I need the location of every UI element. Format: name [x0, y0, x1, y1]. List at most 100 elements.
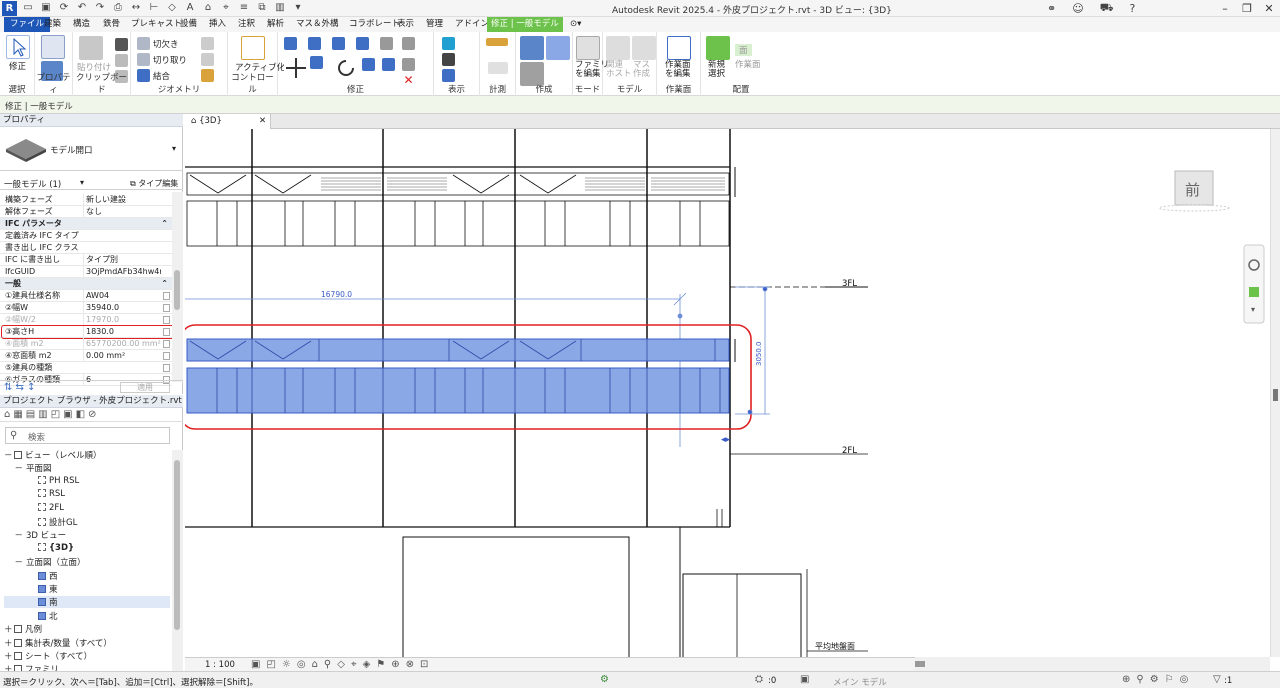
browser-search[interactable]: ⚲ 検索	[5, 427, 170, 444]
restore-icon[interactable]: ❐	[1236, 0, 1258, 17]
associate-param-button[interactable]	[163, 292, 170, 300]
print-icon[interactable]: ⎙	[112, 2, 124, 14]
property-row[interactable]: ③高さH 1830.0	[0, 325, 175, 339]
hide-icon[interactable]	[442, 69, 455, 82]
associate-param-button[interactable]	[163, 364, 170, 372]
create-group-icon[interactable]	[546, 36, 570, 60]
model-icon[interactable]: ▣	[800, 674, 809, 685]
tree-node[interactable]: 2FL	[4, 502, 64, 513]
related-host-label[interactable]: 関連 ホスト	[606, 61, 632, 79]
ribbon-tab[interactable]: マス＆外構	[292, 17, 343, 32]
selection-toggle-icons[interactable]: ⊕⚲⚙⚐◎	[1122, 674, 1194, 685]
place-on-workplane-button[interactable]: 作業面	[735, 58, 761, 70]
expand-toggle-icon[interactable]: －	[4, 462, 26, 474]
cart-icon[interactable]: ⛟	[1100, 1, 1114, 16]
instance-filter[interactable]: 一般モデル (1) ▾ ⧉ タイプ編集	[0, 176, 183, 190]
text-icon[interactable]: A	[184, 2, 196, 14]
selected-window-element[interactable]	[186, 338, 730, 414]
drawing-canvas[interactable]: 3FL 16790.0 3050.0 ◂▸ 2FL 平均地盤面 前 ▾	[185, 129, 1270, 657]
3d-view-icon[interactable]: ⌂	[202, 2, 214, 14]
collapse-icon[interactable]: ⌃	[161, 278, 168, 290]
activate-icon[interactable]	[241, 36, 265, 60]
view-scale[interactable]: 1 : 100	[205, 660, 235, 670]
qat-dropdown-icon[interactable]: ▾	[292, 2, 304, 14]
override-icon[interactable]	[442, 37, 455, 50]
home-icon[interactable]: ⌂	[191, 116, 199, 126]
expand-toggle-icon[interactable]: ＋	[4, 623, 14, 635]
tree-node[interactable]: ＋ シート（すべて）	[4, 650, 92, 662]
property-row[interactable]: 定義済み IFC タイプ	[0, 230, 172, 242]
property-row[interactable]: ②幅W 35940.0	[0, 302, 172, 314]
tree-node[interactable]: － ビュー（レベル順）	[4, 449, 102, 461]
ribbon-tab[interactable]: 構造	[69, 17, 94, 32]
edit-family-icon[interactable]	[576, 36, 600, 60]
align-icon[interactable]	[284, 37, 297, 50]
tree-node[interactable]: {3D}	[4, 542, 74, 553]
measure-tool-icon[interactable]	[486, 38, 508, 46]
close-icon[interactable]: ✕	[1258, 0, 1280, 17]
trim-icon[interactable]	[362, 58, 375, 71]
related-host-icon[interactable]	[606, 36, 630, 60]
app-logo-icon[interactable]: R	[2, 1, 17, 16]
clip-icon[interactable]	[137, 53, 150, 66]
canvas-vscroll-thumb[interactable]	[1273, 389, 1278, 401]
split-gap-icon[interactable]	[402, 37, 415, 50]
copy-icon[interactable]	[115, 54, 128, 67]
ribbon-tab[interactable]: 修正 | 一般モデル	[487, 17, 563, 32]
expand-toggle-icon[interactable]: ＋	[4, 650, 14, 662]
property-row[interactable]: 構築フェーズ 新しい建設	[0, 194, 172, 206]
workset-icon[interactable]: ⚙	[600, 674, 609, 685]
ribbon-extra-dropdown-icon[interactable]: ⊙▾	[566, 17, 585, 32]
rotate-icon[interactable]	[334, 56, 358, 80]
properties-scroll-thumb[interactable]	[174, 270, 180, 310]
property-value[interactable]: 新しい建設	[83, 194, 161, 206]
ground-level-label[interactable]: 平均地盤面	[815, 641, 855, 651]
cut-label[interactable]: 切欠き	[153, 38, 179, 50]
filter-dropdown-icon[interactable]: ▾	[80, 178, 84, 187]
dimension-tool-icon[interactable]	[488, 62, 508, 74]
properties-scrollbar[interactable]	[172, 192, 183, 382]
redo-icon[interactable]: ↷	[94, 2, 106, 14]
switch-windows-icon[interactable]: ▥	[274, 2, 286, 14]
expand-toggle-icon[interactable]: －	[4, 556, 26, 568]
tree-node[interactable]: 東	[4, 583, 58, 595]
property-row[interactable]: ⑤建具の種類	[0, 362, 172, 374]
dimension-v-text[interactable]: 3050.0	[755, 342, 763, 367]
geometry-tool-1-icon[interactable]	[201, 37, 214, 50]
property-value[interactable]: AW04	[83, 290, 161, 302]
array-icon[interactable]	[382, 58, 395, 71]
tree-node[interactable]: 北	[4, 610, 58, 622]
open-icon[interactable]: ▭	[22, 2, 34, 14]
type-selector[interactable]: モデル開口 ▾	[0, 127, 183, 171]
property-value[interactable]: 17970.0	[83, 314, 161, 326]
canvas-vertical-scrollbar[interactable]	[1270, 129, 1280, 657]
active-model[interactable]: メイン モデル	[833, 676, 887, 688]
browser-scroll-thumb[interactable]	[174, 460, 180, 630]
linework-icon[interactable]	[442, 53, 455, 66]
paste-icon[interactable]	[79, 36, 103, 60]
create-parts-icon[interactable]	[520, 36, 544, 60]
ribbon-tab[interactable]: 挿入	[205, 17, 230, 32]
tree-node[interactable]: PH RSL	[4, 475, 79, 486]
offset-icon[interactable]	[308, 37, 321, 50]
geometry-tool-2-icon[interactable]	[201, 53, 214, 66]
undo-icon[interactable]: ↶	[76, 2, 88, 14]
property-row[interactable]: ④窓面積 m2 0.00 mm²	[0, 350, 172, 362]
collapse-icon[interactable]: ⌃	[161, 218, 168, 230]
property-value[interactable]: 65770200.00 mm²	[83, 338, 161, 350]
property-row[interactable]: IfcGUID 3OjPmdAFb34hw4m...	[0, 266, 172, 278]
thin-lines-icon[interactable]: ≡	[238, 2, 250, 14]
navigation-bar[interactable]: ▾	[1243, 244, 1265, 324]
properties-icon[interactable]	[41, 35, 65, 59]
split-icon[interactable]	[380, 37, 393, 50]
tree-node[interactable]: 南	[4, 596, 170, 609]
property-value[interactable]: タイプ別	[83, 254, 161, 266]
measure-icon[interactable]: ↔	[130, 2, 142, 14]
move-icon[interactable]	[284, 56, 308, 80]
filter-icon[interactable]: ▽	[1213, 674, 1221, 685]
ribbon-tab[interactable]: 管理	[422, 17, 447, 32]
expand-toggle-icon[interactable]: －	[4, 529, 26, 541]
type-edit-button[interactable]: ⧉ タイプ編集	[130, 178, 178, 189]
cut-scissors-icon[interactable]	[115, 38, 128, 51]
property-row[interactable]: IFC に書き出し タイプ別	[0, 254, 172, 266]
